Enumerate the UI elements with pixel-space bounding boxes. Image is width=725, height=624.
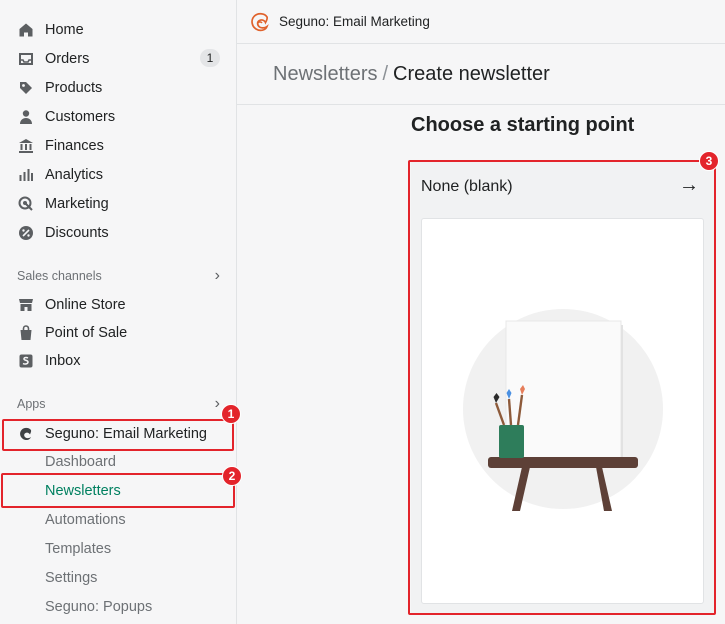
breadcrumb-parent-link[interactable]: Newsletters	[273, 63, 377, 86]
highlight-box-seguno	[2, 419, 234, 451]
annotation-number-1: 1	[221, 404, 241, 424]
sidebar-item-discounts[interactable]: Discounts	[0, 218, 237, 247]
sidebar-item-label: Orders	[45, 50, 90, 67]
sidebar-item-finances[interactable]: Finances	[0, 131, 237, 160]
sidebar-item-products[interactable]: Products	[0, 73, 237, 102]
sales-channels-header[interactable]: Sales channels ›	[17, 266, 220, 286]
sidebar-item-label: Marketing	[45, 195, 109, 212]
sub-item-seguno-popups[interactable]: Seguno: Popups	[45, 592, 152, 621]
inbox-icon	[18, 353, 34, 369]
seguno-logo-icon	[251, 12, 269, 31]
bag-icon	[18, 324, 34, 341]
sidebar-item-label: Finances	[45, 137, 104, 154]
sidebar-item-inbox[interactable]: Inbox	[0, 346, 237, 375]
sidebar-item-orders[interactable]: Orders 1	[0, 44, 237, 73]
chevron-right-icon[interactable]: ›	[215, 267, 220, 285]
discount-icon	[18, 225, 34, 241]
store-icon	[18, 297, 34, 313]
annotation-number-3: 3	[699, 151, 719, 171]
sidebar-item-marketing[interactable]: Marketing	[0, 189, 237, 218]
breadcrumb: Newsletters / Create newsletter	[237, 44, 725, 105]
sidebar-item-label: Point of Sale	[45, 324, 128, 341]
highlight-box-newsletters	[1, 473, 235, 508]
sidebar-item-analytics[interactable]: Analytics	[0, 160, 237, 189]
sidebar-item-label: Discounts	[45, 224, 109, 241]
bank-icon	[18, 138, 34, 154]
sidebar-item-home[interactable]: Home	[0, 15, 237, 44]
apps-header[interactable]: Apps ›	[17, 394, 220, 414]
target-icon	[18, 196, 34, 212]
chevron-right-icon[interactable]: ›	[215, 395, 220, 413]
sub-item-automations[interactable]: Automations	[45, 505, 126, 534]
sidebar-item-online-store[interactable]: Online Store	[0, 290, 237, 319]
app-top-bar: Seguno: Email Marketing	[237, 0, 725, 44]
bar-chart-icon	[18, 167, 34, 183]
app-title: Seguno: Email Marketing	[279, 14, 430, 29]
sidebar-item-point-of-sale[interactable]: Point of Sale	[0, 318, 237, 347]
page-title: Create newsletter	[393, 62, 550, 85]
orders-count-badge: 1	[200, 49, 220, 67]
sub-item-dashboard[interactable]: Dashboard	[45, 447, 116, 476]
sidebar: Home Orders 1 Products Customers Finance…	[0, 0, 237, 624]
sidebar-item-label: Customers	[45, 108, 116, 125]
sub-item-settings[interactable]: Settings	[45, 563, 97, 592]
sidebar-item-label: Products	[45, 79, 103, 96]
section-heading: Choose a starting point	[411, 114, 635, 136]
breadcrumb-separator: /	[382, 62, 389, 85]
annotation-number-2: 2	[222, 466, 242, 486]
sidebar-item-label: Online Store	[45, 296, 126, 313]
person-icon	[18, 109, 34, 125]
tag-icon	[18, 80, 34, 96]
sidebar-item-label: Home	[45, 21, 84, 38]
sidebar-item-label: Analytics	[45, 166, 104, 183]
sidebar-item-customers[interactable]: Customers	[0, 102, 237, 131]
sales-channels-heading: Sales channels	[17, 269, 102, 283]
apps-heading: Apps	[17, 397, 46, 411]
home-icon	[18, 22, 34, 38]
highlight-box-blank-card	[408, 160, 716, 615]
sub-item-templates[interactable]: Templates	[45, 534, 111, 563]
orders-icon	[18, 51, 34, 67]
sidebar-item-label: Inbox	[45, 352, 81, 369]
